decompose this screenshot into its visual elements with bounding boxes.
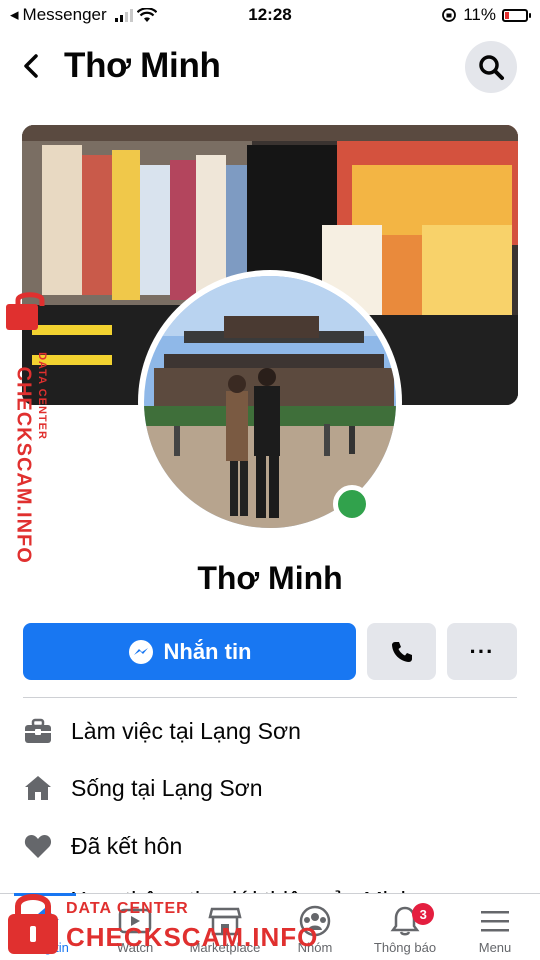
nav-tab-menu-label: Menu <box>478 940 512 955</box>
profile-header: Thơ Minh <box>0 38 540 94</box>
messenger-icon <box>128 639 153 664</box>
divider <box>23 697 517 698</box>
status-bar: ◂ Messenger 12:28 11% <box>0 0 540 30</box>
menu-icon <box>479 904 511 938</box>
more-options-button[interactable]: ··· <box>447 623 517 680</box>
online-status-indicator <box>333 485 371 523</box>
watermark-bottom-main: CHECKSCAM.INFO <box>66 922 319 952</box>
more-dots-icon: ··· <box>469 638 495 664</box>
watermark-side-sub: DATA CENTER <box>35 352 48 440</box>
phone-icon <box>391 641 412 662</box>
header-title: Thơ Minh <box>64 46 221 85</box>
message-button[interactable]: Nhắn tin <box>23 623 356 680</box>
watermark-lock-icon <box>4 290 56 337</box>
message-button-label: Nhắn tin <box>163 638 252 664</box>
orientation-lock-icon <box>442 8 457 22</box>
profile-name: Thơ Minh <box>197 560 343 596</box>
nav-tab-menu[interactable]: Menu <box>450 894 540 960</box>
heart-icon <box>23 831 53 861</box>
battery-percent: 11% <box>463 5 496 24</box>
watermark-bottom-sub: DATA CENTER <box>66 900 189 917</box>
home-icon <box>23 773 53 803</box>
nav-tab-notifications-label: Thông báo <box>373 940 437 955</box>
nav-tab-notifications[interactable]: 3 Thông báo <box>360 894 450 960</box>
notification-badge: 3 <box>412 903 435 925</box>
chevron-left-icon <box>24 54 38 78</box>
battery-icon <box>502 8 531 22</box>
watermark-lock-icon-bottom <box>6 890 60 960</box>
status-right: 11% <box>441 5 531 25</box>
search-button[interactable] <box>465 41 517 93</box>
info-work: Làm việc tại Lạng Sơn <box>23 711 301 751</box>
info-relationship-text: Đã kết hôn <box>71 832 183 859</box>
watermark-side-main: CHECKSCAM.INFO <box>12 366 35 564</box>
search-icon <box>479 55 504 80</box>
back-button[interactable] <box>16 50 48 82</box>
info-relationship: Đã kết hôn <box>23 826 182 866</box>
call-button[interactable] <box>367 623 436 680</box>
info-lives: Sống tại Lạng Sơn <box>23 768 263 808</box>
info-work-text: Làm việc tại Lạng Sơn <box>71 717 301 744</box>
info-lives-text: Sống tại Lạng Sơn <box>71 774 263 801</box>
briefcase-icon <box>23 716 53 746</box>
